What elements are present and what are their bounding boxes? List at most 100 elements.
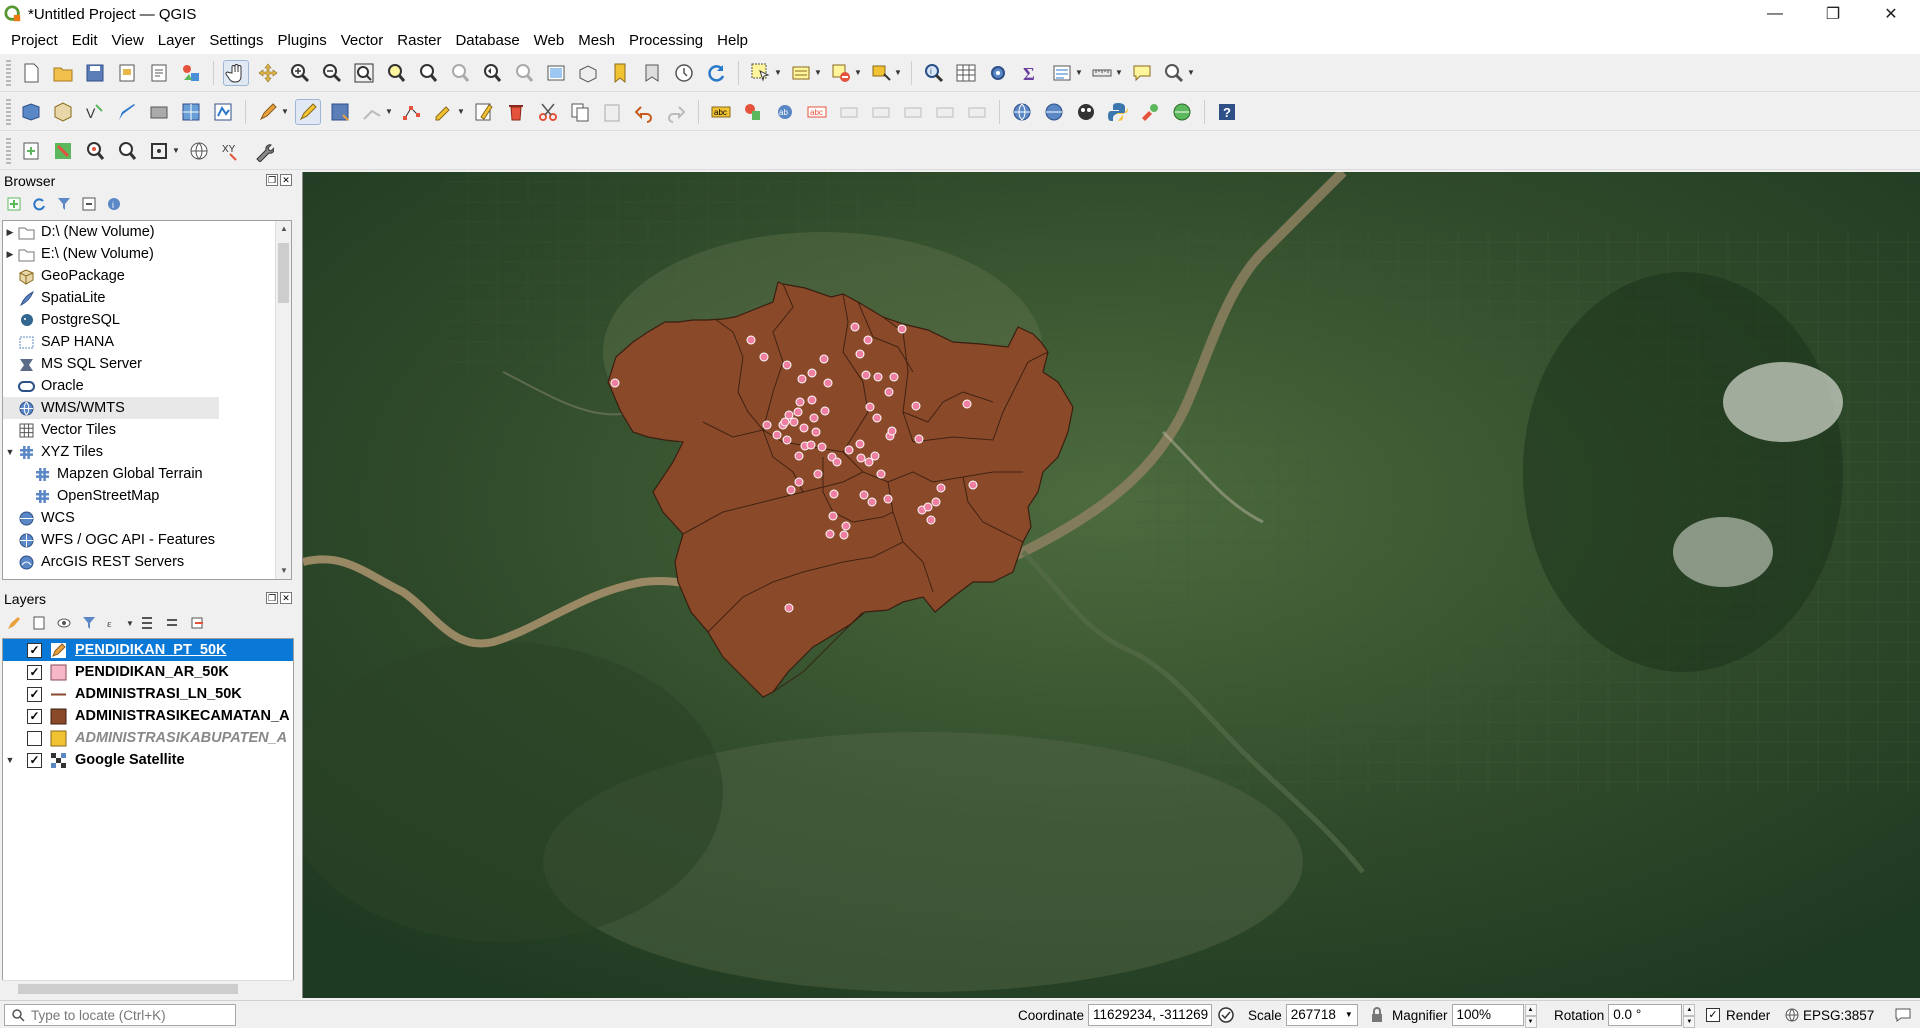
globe-search-icon[interactable] [1041, 99, 1067, 125]
undo-icon[interactable] [631, 99, 657, 125]
filter-expression-icon[interactable]: ε [104, 613, 124, 633]
layer-visibility-checkbox[interactable]: ✓ [27, 642, 42, 658]
open-project-icon[interactable] [50, 60, 76, 86]
menu-vector[interactable]: Vector [334, 29, 391, 53]
layer-item-administrasikecamatan-a[interactable]: ✓ ADMINISTRASIKECAMATAN_A [3, 705, 293, 727]
add-group-icon[interactable] [29, 613, 49, 633]
pin-labels-icon[interactable] [836, 99, 862, 125]
move-label-icon[interactable] [900, 99, 926, 125]
toggle-editing-icon[interactable] [295, 98, 321, 125]
menu-web[interactable]: Web [527, 29, 572, 53]
toolbar-grip[interactable] [6, 137, 11, 164]
copy-features-icon[interactable] [567, 99, 593, 125]
deselect-features-icon[interactable] [828, 60, 854, 86]
browser-item-openstreetmap[interactable]: OpenStreetMap [3, 485, 291, 507]
browser-scrollbar[interactable]: ▲ ▼ [275, 221, 291, 579]
float-panel-icon[interactable]: ❐ [266, 592, 278, 604]
messages-icon[interactable] [1894, 1007, 1912, 1023]
collapse-arrow-icon[interactable]: ▼ [3, 755, 17, 765]
new-project-icon[interactable] [18, 60, 44, 86]
browser-item-sap-hana[interactable]: SAP HANA [3, 331, 291, 353]
new-geopackage-layer-icon[interactable] [50, 99, 76, 125]
georeferencer-icon[interactable] [50, 138, 76, 164]
plugin-icon[interactable] [1137, 99, 1163, 125]
pan-to-selection-icon[interactable] [255, 60, 281, 86]
layer-item-administrasikabupaten-a[interactable]: ADMINISTRASIKABUPATEN_A [3, 727, 293, 749]
vertex-tool-icon[interactable] [399, 99, 425, 125]
minimize-button[interactable]: — [1746, 0, 1804, 28]
browser-item-ms-sql-server[interactable]: MS SQL Server [3, 353, 291, 375]
new-spatial-bookmark-icon[interactable] [18, 138, 44, 164]
extents-toggle-icon[interactable] [1216, 1005, 1236, 1025]
processing-toolbox-icon[interactable] [985, 60, 1011, 86]
expand-all-icon[interactable] [137, 613, 157, 633]
browser-item-d-new-volume[interactable]: ▶ D:\ (New Volume) [3, 221, 291, 243]
map-tips-icon[interactable] [1129, 60, 1155, 86]
measure-dropdown-icon[interactable]: ▼ [1115, 68, 1124, 77]
layer-item-pendidikan-ar-50k[interactable]: ✓ PENDIDIKAN_AR_50K [3, 661, 293, 683]
show-bookmarks-icon[interactable] [639, 60, 665, 86]
browser-item-postgresql[interactable]: PostgreSQL [3, 309, 291, 331]
temporal-bookmark-icon[interactable] [607, 60, 633, 86]
map-canvas[interactable] [302, 172, 1920, 998]
zoom-full-icon[interactable] [351, 60, 377, 86]
new-3d-map-icon[interactable] [575, 60, 601, 86]
help-icon[interactable]: ? [1214, 99, 1240, 125]
browser-item-spatialite[interactable]: SpatiaLite [3, 287, 291, 309]
zoom-to-selection-icon[interactable] [383, 60, 409, 86]
expand-arrow-icon[interactable]: ▶ [3, 249, 17, 260]
cut-features-icon[interactable] [535, 99, 561, 125]
statistical-summary-icon[interactable]: Σ [1017, 60, 1043, 86]
layer-visibility-checkbox[interactable]: ✓ [27, 708, 42, 724]
collapse-layers-icon[interactable] [162, 613, 182, 633]
new-map-view-icon[interactable] [543, 60, 569, 86]
toolbar-grip[interactable] [6, 98, 11, 125]
collapse-arrow-icon[interactable]: ▼ [3, 447, 17, 457]
paste-features-icon[interactable] [599, 99, 625, 125]
delete-selected-icon[interactable] [503, 99, 529, 125]
select-location-icon[interactable] [868, 60, 894, 86]
diagram-options-icon[interactable] [740, 99, 766, 125]
collapse-all-icon[interactable] [79, 194, 99, 214]
properties-icon[interactable]: i [104, 194, 124, 214]
save-project-icon[interactable] [82, 60, 108, 86]
menu-mesh[interactable]: Mesh [571, 29, 622, 53]
refresh-icon[interactable] [703, 60, 729, 86]
style-manager-icon[interactable] [178, 60, 204, 86]
attribute-table-icon[interactable] [953, 60, 979, 86]
crs-group[interactable]: EPSG:3857 [1784, 1004, 1874, 1026]
scale-dropdown-icon[interactable]: ▼ [1345, 1005, 1353, 1025]
current-edits-icon[interactable] [255, 99, 281, 125]
crs-label[interactable]: EPSG:3857 [1803, 1008, 1874, 1023]
modify-attributes-icon[interactable] [431, 99, 457, 125]
filter-expression-dropdown-icon[interactable]: ▼ [126, 619, 135, 628]
rotation-field[interactable]: 0.0 ° [1608, 1004, 1683, 1026]
lock-scale-icon[interactable] [1370, 1007, 1384, 1023]
browser-item-mapzen-global-terrain[interactable]: Mapzen Global Terrain [3, 463, 291, 485]
edit-attributes-icon[interactable] [471, 99, 497, 125]
filter-legend-icon[interactable] [79, 613, 99, 633]
zoom-pin-icon[interactable] [82, 138, 108, 164]
restore-button[interactable]: ❐ [1804, 0, 1862, 28]
browser-item-wcs[interactable]: WCS [3, 507, 291, 529]
close-panel-icon[interactable]: ✕ [280, 592, 292, 604]
redo-icon[interactable] [663, 99, 689, 125]
layout-manager-icon[interactable] [146, 60, 172, 86]
browser-item-wms-wmts[interactable]: WMS/WMTS [3, 397, 219, 419]
locator-bar[interactable]: Type to locate (Ctrl+K) [4, 1004, 236, 1026]
layer-visibility-checkbox[interactable]: ✓ [27, 686, 42, 702]
layer-item-google-satellite[interactable]: ▼ ✓ Google Satellite [3, 749, 293, 771]
browser-item-xyz-tiles[interactable]: ▼ XYZ Tiles [3, 441, 291, 463]
float-panel-icon[interactable]: ❐ [266, 174, 278, 186]
menu-edit[interactable]: Edit [65, 29, 105, 53]
qgis-cloud-icon[interactable] [1169, 99, 1195, 125]
layer-item-pendidikan-pt-50k[interactable]: ✓ PENDIDIKAN_PT_50K [3, 639, 293, 661]
menu-plugins[interactable]: Plugins [271, 29, 334, 53]
zoom-out-icon[interactable] [319, 60, 345, 86]
menu-database[interactable]: Database [448, 29, 526, 53]
show-hide-labels-icon[interactable] [868, 99, 894, 125]
magnifier-field[interactable]: 100% [1451, 1004, 1524, 1026]
geocode-icon[interactable] [1073, 99, 1099, 125]
close-button[interactable]: ✕ [1862, 0, 1920, 28]
add-line-feature-icon[interactable] [359, 99, 385, 125]
